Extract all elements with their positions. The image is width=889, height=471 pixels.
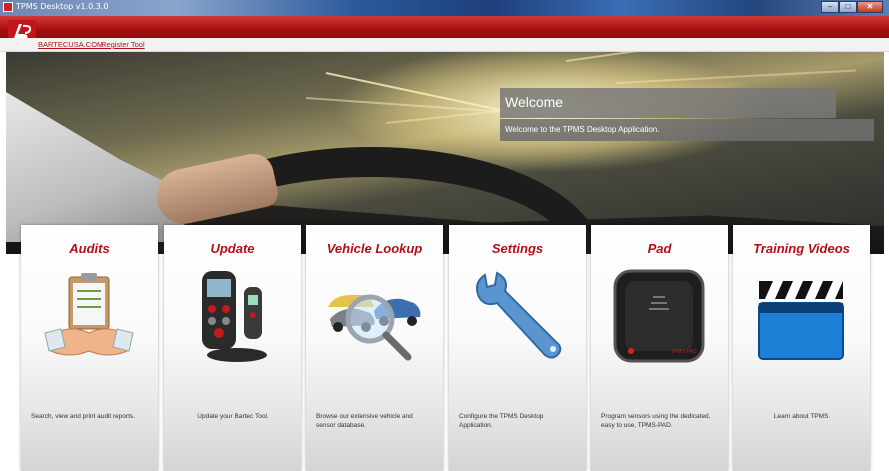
link-bar: BARTECUSA.COM Register Tool	[0, 38, 889, 52]
tile-description: Update your Bartec Tool.	[197, 413, 269, 420]
tile-description: Search, view and print audit reports.	[31, 413, 136, 420]
wrench-icon	[476, 271, 562, 359]
welcome-heading: Welcome	[505, 94, 564, 110]
bartec-website-link[interactable]: BARTECUSA.COM	[38, 40, 103, 49]
tile-settings[interactable]: Settings Configure the TPMS Desktop Appl…	[449, 225, 586, 471]
maximize-button[interactable]: □	[839, 1, 857, 13]
window-controls: – □ ✕	[821, 1, 883, 13]
welcome-message: Welcome to the TPMS Desktop Application.	[505, 125, 660, 134]
svg-text:TPMS·PAD: TPMS·PAD	[671, 349, 697, 355]
tile-training-videos[interactable]: Training Videos Learn about TPMS.	[733, 225, 870, 471]
window-title: TPMS Desktop v1.0.3.0	[16, 2, 109, 11]
tile-update[interactable]: Update Update your Bartec Tool.	[164, 225, 301, 471]
close-button[interactable]: ✕	[857, 1, 883, 13]
tile-title: Settings	[491, 241, 544, 256]
tile-title: Vehicle Lookup	[326, 241, 423, 256]
clapperboard-icon	[758, 281, 844, 360]
tpms-tools-icon	[202, 271, 267, 362]
tile-description: Browse our extensive vehicle and sensor …	[316, 413, 413, 429]
tile-title: Training Videos	[753, 241, 850, 256]
tpms-pad-icon: TPMS·PAD	[613, 269, 705, 363]
tile-pad[interactable]: Pad TPMS·PAD Program sensors using the d…	[591, 225, 728, 471]
app-icon	[3, 2, 13, 12]
welcome-message-panel: Welcome to the TPMS Desktop Application.	[500, 119, 874, 141]
tile-title: Pad	[647, 241, 672, 256]
hero-banner	[6, 52, 884, 254]
tile-vehicle-lookup[interactable]: Vehicle Lookup Browse our extensive vehi…	[306, 225, 443, 471]
register-tool-link[interactable]: Register Tool	[101, 40, 145, 49]
tile-audits[interactable]: Audits Search, view and print audit repo…	[21, 225, 158, 471]
feature-tiles: Audits Search, view and print audit repo…	[0, 225, 889, 471]
tile-description: Configure the TPMS Desktop Application.	[459, 413, 544, 429]
magnifier-cars-icon	[328, 294, 421, 361]
window-title-bar: TPMS Desktop v1.0.3.0 – □ ✕	[0, 0, 889, 16]
tile-title: Audits	[69, 241, 110, 256]
tile-description: Program sensors using the dedicated, eas…	[601, 413, 711, 429]
welcome-heading-panel: Welcome	[500, 88, 836, 118]
handshake-clipboard-icon	[44, 273, 134, 356]
tile-title: Update	[210, 241, 255, 256]
header-bar	[0, 16, 889, 38]
minimize-button[interactable]: –	[821, 1, 839, 13]
tile-description: Learn about TPMS.	[773, 413, 831, 420]
